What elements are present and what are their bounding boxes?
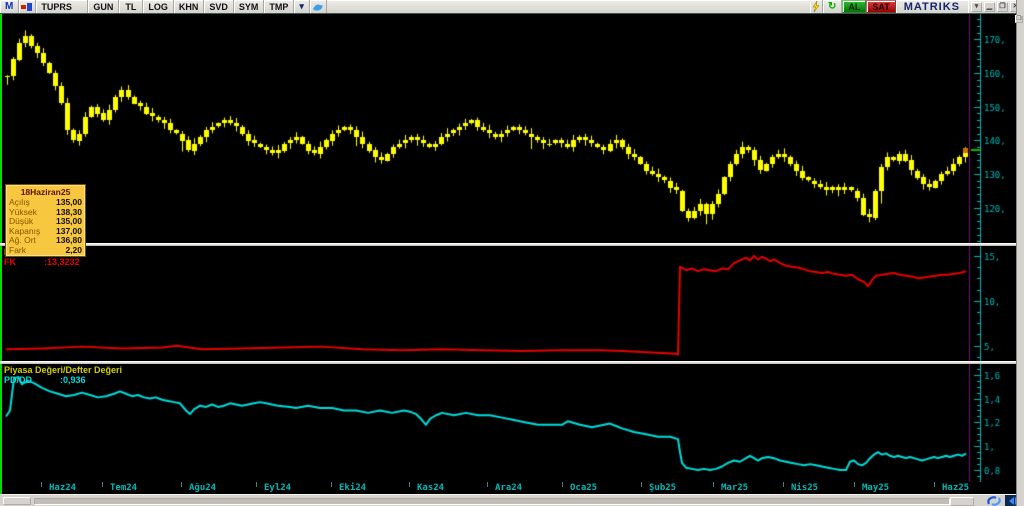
- month-tick: [783, 482, 784, 487]
- toolbar-button-sym[interactable]: SYM: [234, 0, 265, 13]
- fk-series-label: FK: [4, 257, 16, 267]
- month-tick: [562, 482, 563, 487]
- buy-button[interactable]: AL: [842, 0, 867, 13]
- month-label-haz24: Haz24: [49, 483, 77, 493]
- toolbar-button-log[interactable]: LOG: [143, 0, 174, 13]
- month-tick: [102, 482, 103, 487]
- month-tick: [181, 482, 182, 487]
- template-dropdown-icon[interactable]: ▾: [294, 0, 310, 13]
- lightning-icon[interactable]: [810, 0, 823, 13]
- month-label-may25: May25: [862, 483, 890, 493]
- window-restore-button[interactable]: ❐: [997, 1, 1008, 12]
- symbol-label[interactable]: TUPRS: [36, 0, 89, 13]
- month-tick: [487, 482, 488, 487]
- spinner-svg: [987, 496, 1001, 506]
- month-label-kas24: Kas24: [417, 483, 445, 493]
- lightning-icon-svg: [812, 1, 820, 12]
- horizontal-scrollbar[interactable]: [34, 498, 950, 505]
- info-label: Fark: [9, 244, 26, 255]
- fk-series-readout: FK :13,3232: [4, 257, 80, 267]
- month-tick: [256, 482, 257, 487]
- pb-panel-title: Piyasa Değeri/Defter Değeri: [4, 365, 123, 375]
- pb-series-value: :0,936: [60, 375, 86, 385]
- matriks-m-logo[interactable]: M: [0, 0, 20, 13]
- bottom-bar: [0, 494, 1024, 506]
- month-tick: [934, 482, 935, 487]
- window-right-border: [1016, 0, 1024, 506]
- price-panel: [0, 14, 1016, 243]
- month-label-haz25: Haz25: [942, 483, 970, 493]
- month-label-ağu24: Ağu24: [189, 483, 217, 493]
- month-label-eki24: Eki24: [339, 483, 367, 493]
- toolbar-button-khn[interactable]: KHN: [174, 0, 205, 13]
- matriks-spinner-icon[interactable]: [984, 495, 1004, 506]
- fk-panel: [0, 246, 1016, 361]
- month-label-mar25: Mar25: [721, 483, 749, 493]
- month-label-oca25: Oca25: [570, 483, 598, 493]
- bird-icon[interactable]: [310, 0, 327, 13]
- refresh-connection-icon[interactable]: ↻: [823, 0, 843, 13]
- month-tick: [331, 482, 332, 487]
- pb-series-label: PD/DD: [4, 375, 33, 385]
- price-chart-canvas[interactable]: [2, 14, 1016, 243]
- window-dropdown-button[interactable]: ▾: [971, 1, 982, 12]
- month-label-nis25: Nis25: [791, 483, 819, 493]
- candle-info-box[interactable]: 18Haziran25 Açılış 135,00 Yüksek 138,30 …: [5, 184, 86, 257]
- fk-series-value: :13,3232: [44, 257, 80, 267]
- toolbar-button-tl[interactable]: TL: [119, 0, 144, 13]
- info-box-date: 18Haziran25: [20, 187, 71, 197]
- connection-icon[interactable]: [19, 0, 37, 13]
- window-minimize-button[interactable]: ▁: [984, 1, 995, 12]
- toolbar-button-tmp[interactable]: TMP: [264, 0, 295, 13]
- month-tick: [713, 482, 714, 487]
- panel-maximize-button[interactable]: ❐: [1015, 15, 1023, 23]
- scrollbar-thumb[interactable]: [950, 497, 974, 506]
- month-label-ara24: Ara24: [495, 483, 523, 493]
- month-label-eyl24: Eyl24: [264, 483, 292, 493]
- toolbar-button-svd[interactable]: SVD: [204, 0, 234, 13]
- sell-button[interactable]: SAT: [866, 0, 896, 13]
- month-tick: [854, 482, 855, 487]
- pb-chart-canvas[interactable]: [2, 364, 1016, 482]
- scroll-left-arrow-icon[interactable]: [1009, 497, 1014, 505]
- month-tick: [641, 482, 642, 487]
- fk-chart-canvas[interactable]: [2, 246, 1016, 361]
- toolbar-button-gun[interactable]: GUN: [88, 0, 120, 13]
- bird-icon-svg: [312, 3, 323, 11]
- toolbar: M TUPRS GUN TL LOG KHN SVD SYM TMP ▾ ↻ A…: [0, 0, 1024, 14]
- info-row-change: Fark 2,20: [9, 244, 82, 256]
- month-tick: [409, 482, 410, 487]
- matriks-brand-logo: MATRIKS: [896, 0, 968, 13]
- matriks-chart-window: M TUPRS GUN TL LOG KHN SVD SYM TMP ▾ ↻ A…: [0, 0, 1024, 506]
- month-label-şub25: Şub25: [649, 483, 677, 493]
- month-label-tem24: Tem24: [110, 483, 138, 493]
- pb-panel: [0, 364, 1016, 482]
- month-tick: [41, 482, 42, 487]
- connection-icon-svg: [21, 2, 33, 11]
- scrollbar-left-button[interactable]: [3, 497, 31, 505]
- date-axis: Haz24 Tem24 Ağu24 Eyl24 Eki24 Kas24 Ara24 Oca25…: [0, 482, 1016, 494]
- pb-series-readout: PD/DD :0,936: [4, 375, 86, 385]
- info-value: 2,20: [65, 244, 82, 255]
